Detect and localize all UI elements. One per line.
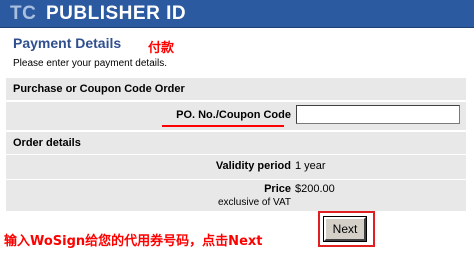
purchase-heading-row: Purchase or Coupon Code Order: [6, 78, 466, 100]
header-banner: TC PUBLISHER ID: [0, 0, 474, 28]
price-row: Price exclusive of VAT $200.00: [6, 180, 466, 211]
next-button[interactable]: Next: [323, 216, 367, 242]
annotation-payment: 付款: [148, 41, 175, 56]
order-heading-row: Order details: [6, 132, 466, 154]
price-label: Price: [264, 183, 291, 195]
po-coupon-input[interactable]: [296, 105, 460, 124]
validity-label: Validity period: [215, 160, 291, 172]
order-heading: Order details: [13, 137, 81, 149]
validity-value: 1 year: [295, 160, 326, 172]
annotation-underline: [162, 125, 284, 127]
po-label: PO. No./Coupon Code: [176, 109, 291, 121]
section-title: Payment Details: [13, 35, 122, 51]
instructions-text: Please enter your payment details.: [13, 58, 167, 69]
brand-prefix: TC: [10, 3, 37, 24]
page-header-title: PUBLISHER ID: [46, 3, 187, 24]
price-value: $200.00: [295, 183, 335, 195]
annotation-instruction: 输入WoSign给您的代用券号码，点击Next: [4, 234, 263, 249]
validity-row: Validity period 1 year: [6, 155, 466, 179]
price-vat-note: exclusive of VAT: [218, 197, 291, 208]
purchase-heading: Purchase or Coupon Code Order: [13, 83, 185, 95]
